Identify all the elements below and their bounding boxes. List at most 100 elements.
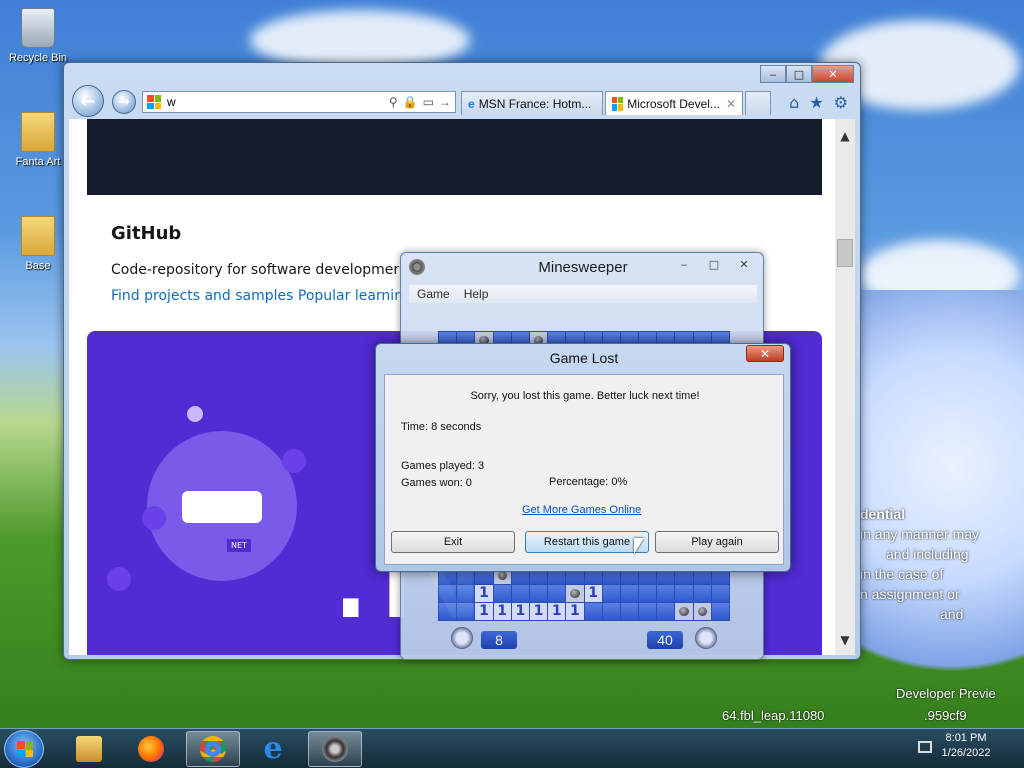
play-again-button[interactable]: Play again (655, 531, 779, 553)
home-icon[interactable]: ⌂ (789, 93, 799, 112)
mine-cell[interactable] (620, 602, 639, 620)
system-clock[interactable]: 8:01 PM 1/26/2022 (916, 731, 1016, 761)
mine-cell[interactable] (457, 584, 475, 602)
game-lost-dialog: Game Lost ✕ Sorry, you lost this game. B… (375, 343, 791, 572)
menu-bar: Game Help (409, 285, 757, 303)
cloud (250, 10, 470, 70)
mine-cell[interactable] (584, 602, 602, 620)
back-button[interactable]: ← (72, 85, 104, 117)
close-button[interactable]: ✕ (746, 345, 784, 362)
mine-cell[interactable] (620, 584, 639, 602)
mine-cell[interactable] (457, 602, 475, 620)
maximize-button[interactable]: □ (701, 255, 727, 273)
mine-cell[interactable] (602, 602, 620, 620)
percentage-stat: Percentage: 0% (549, 476, 628, 488)
mine-cell[interactable] (602, 584, 620, 602)
mine-cell[interactable] (511, 584, 529, 602)
search-icon[interactable]: ⚲ (389, 95, 398, 109)
mine-cell[interactable] (439, 584, 457, 602)
restart-game-button[interactable]: Restart this game (525, 531, 649, 553)
folder-icon (76, 736, 102, 762)
mine-cell[interactable] (566, 584, 584, 602)
address-text: w (167, 95, 176, 109)
mine-cell[interactable] (548, 584, 566, 602)
favorites-star-icon[interactable]: ★ (809, 93, 823, 112)
desktop-icon-label: Fanta Art (15, 156, 61, 168)
forward-button[interactable]: → (112, 90, 136, 114)
wallpaper-text: n assignment or (860, 586, 960, 602)
mine-cell[interactable]: 1 (566, 602, 584, 620)
new-tab-button[interactable] (745, 91, 771, 115)
mine-cell[interactable]: 1 (511, 602, 529, 620)
mine-cell[interactable] (493, 584, 511, 602)
taskbar-minesweeper[interactable] (308, 731, 362, 767)
mine-cell[interactable]: 1 (548, 602, 566, 620)
compat-icon[interactable]: ▭ (423, 95, 434, 109)
tab-msn[interactable]: e MSN France: Hotm... (461, 91, 603, 115)
mine-cell[interactable] (657, 584, 675, 602)
recycle-bin-icon (21, 8, 55, 48)
taskbar-firefox[interactable] (124, 731, 178, 767)
minimize-button[interactable]: ‒ (671, 255, 697, 273)
mine-cell[interactable] (529, 584, 548, 602)
mine-cell[interactable]: 1 (493, 602, 511, 620)
robot-hand (282, 449, 306, 473)
mine-cell[interactable] (693, 584, 711, 602)
tab-microsoft-developer[interactable]: Microsoft Devel... ✕ (605, 91, 743, 115)
settings-gear-icon[interactable]: ⚙ (834, 93, 848, 112)
clock-date: 1/26/2022 (941, 747, 991, 759)
mine-cell[interactable] (711, 584, 729, 602)
close-button[interactable]: ✕ (812, 65, 854, 83)
mouse-cursor (634, 538, 644, 554)
lock-icon[interactable]: 🔒 (403, 95, 418, 109)
build-watermark: 64.fbl_leap.11080 (722, 708, 825, 723)
exit-button[interactable]: Exit (391, 531, 515, 553)
desktop-icon-recycle-bin[interactable]: Recycle Bin (8, 8, 68, 64)
mine-cell[interactable] (639, 602, 657, 620)
start-button[interactable] (4, 730, 44, 768)
mine-counter: 40 (647, 631, 683, 649)
maximize-button[interactable]: □ (786, 65, 812, 83)
desktop-icon-fanta-art[interactable]: Fanta Art (8, 112, 68, 168)
folder-icon (21, 112, 55, 152)
mine-cell[interactable]: 1 (584, 584, 602, 602)
more-games-link[interactable]: Get More Games Online (522, 504, 641, 516)
scroll-thumb[interactable] (837, 239, 853, 267)
tab-close-icon[interactable]: ✕ (720, 97, 736, 111)
games-won-stat: Games won: 0 (401, 477, 472, 489)
section-description: Code-repository for software developmer (111, 262, 400, 278)
wallpaper-text: dential (860, 506, 906, 522)
site-favicon-icon (612, 96, 624, 111)
mine-cell[interactable]: 1 (475, 584, 493, 602)
mine-cell[interactable]: 1 (475, 602, 493, 620)
folder-icon (21, 216, 55, 256)
time-stat: Time: 8 seconds (401, 421, 482, 433)
scroll-down-icon[interactable]: ▼ (835, 633, 855, 647)
mine-cell[interactable]: 1 (529, 602, 548, 620)
mine-cell[interactable] (675, 602, 693, 620)
vertical-scrollbar[interactable]: ▲ ▼ (835, 119, 855, 655)
taskbar-chrome[interactable] (186, 731, 240, 767)
desktop-icon-label: Recycle Bin (8, 52, 68, 64)
scroll-up-icon[interactable]: ▲ (835, 129, 855, 143)
taskbar-explorer[interactable] (62, 731, 116, 767)
mine-cell[interactable] (439, 602, 457, 620)
close-button[interactable]: ✕ (731, 255, 757, 273)
address-bar[interactable]: w ⚲ 🔒 ▭ → (142, 91, 456, 113)
minimize-button[interactable]: ‒ (760, 65, 786, 83)
section-link[interactable]: Find projects and samples Popular learni… (111, 288, 403, 304)
go-arrow-icon[interactable]: → (439, 95, 451, 109)
taskbar-internet-explorer[interactable]: e (246, 731, 300, 767)
menu-help[interactable]: Help (464, 287, 489, 301)
mine-cell[interactable] (693, 602, 711, 620)
tab-label: Microsoft Devel... (627, 96, 720, 111)
desktop-icon-base[interactable]: Base (8, 216, 68, 272)
robot-badge: NET (227, 539, 251, 552)
chrome-icon (200, 736, 226, 762)
mine-cell[interactable] (711, 602, 729, 620)
mine-cell[interactable] (675, 584, 693, 602)
mine-cell[interactable] (657, 602, 675, 620)
mine-cell[interactable] (639, 584, 657, 602)
dark-banner (87, 119, 822, 195)
menu-game[interactable]: Game (417, 287, 450, 301)
